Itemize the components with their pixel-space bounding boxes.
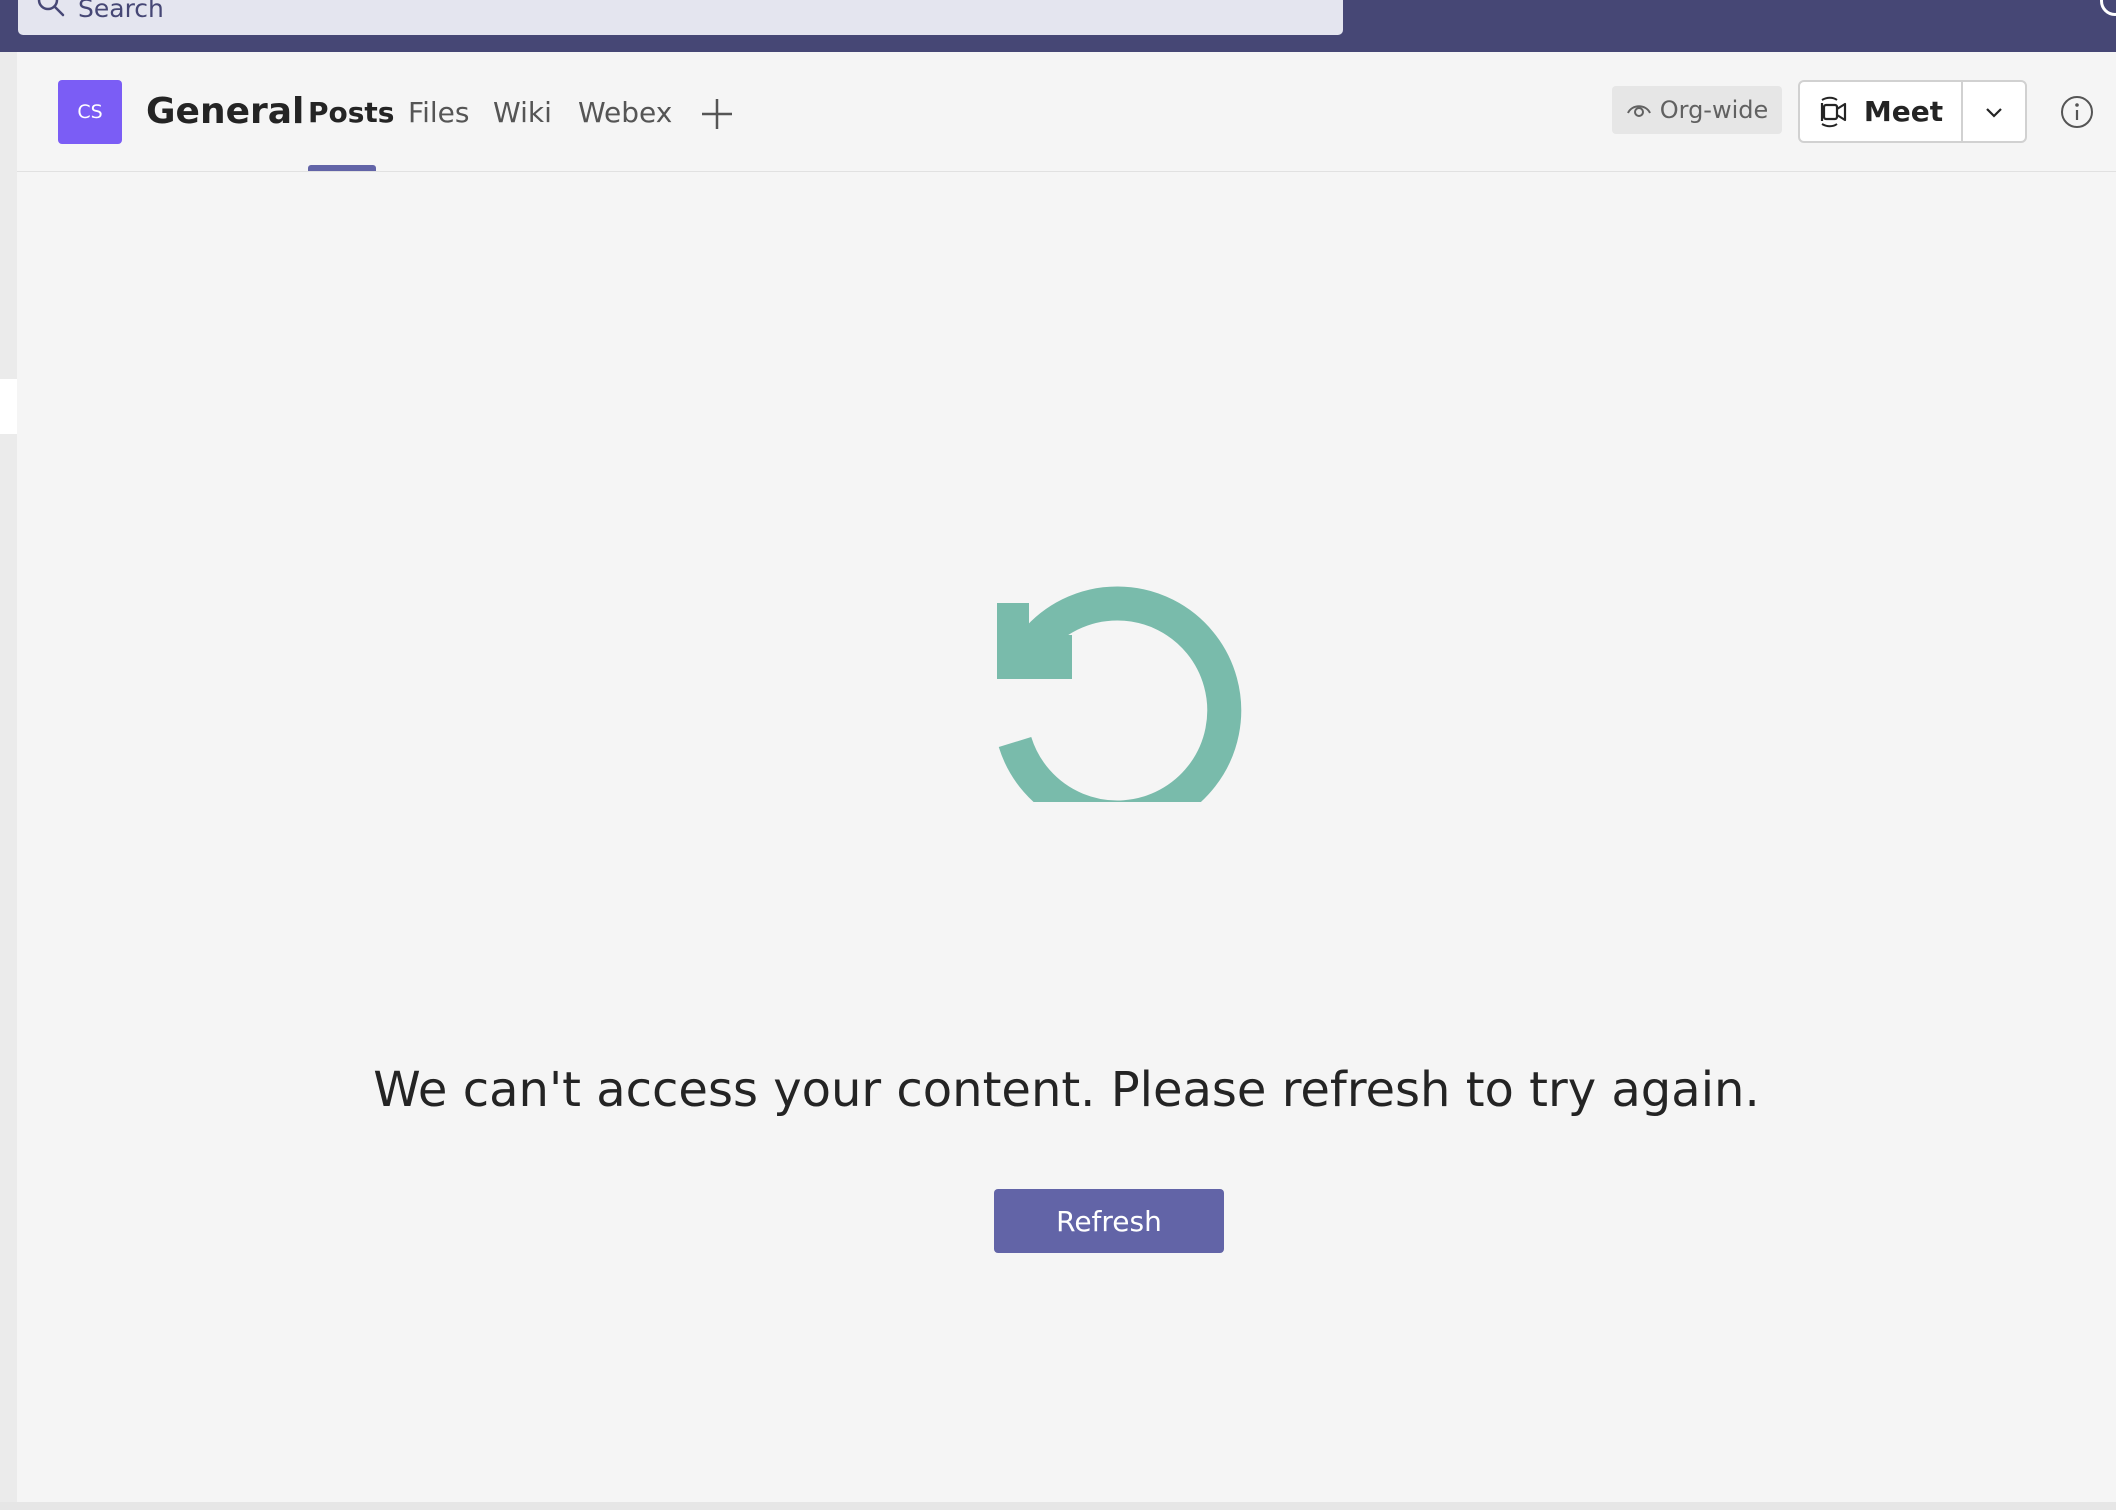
channel-content: CS General Posts Files Wiki Webex Org-wi… (17, 52, 2116, 1502)
channel-header: CS General Posts Files Wiki Webex Org-wi… (17, 52, 2116, 172)
bottom-border (0, 1502, 2116, 1510)
team-avatar[interactable]: CS (58, 80, 122, 144)
video-camera-icon (1820, 96, 1846, 127)
org-wide-label: Org-wide (1659, 96, 1769, 124)
tab-webex[interactable]: Webex (578, 96, 672, 130)
error-message: We can't access your content. Please ref… (373, 1062, 1760, 1118)
meet-label: Meet (1863, 95, 1944, 128)
tab-files[interactable]: Files (408, 96, 469, 130)
tab-posts[interactable]: Posts (308, 96, 394, 130)
org-wide-badge[interactable]: Org-wide (1612, 86, 1782, 134)
active-tab-indicator (308, 165, 376, 171)
refresh-icon (997, 586, 1242, 802)
app-top-bar: Search (0, 0, 2116, 52)
profile-avatar-edge[interactable] (2100, 0, 2116, 16)
info-icon[interactable] (2059, 94, 2095, 130)
search-placeholder: Search (78, 0, 164, 23)
left-rail-notch (0, 379, 17, 434)
chevron-down-icon (1986, 107, 2002, 118)
search-input[interactable]: Search (18, 0, 1343, 35)
add-icon[interactable] (697, 94, 737, 134)
tab-wiki[interactable]: Wiki (493, 96, 552, 130)
left-rail (0, 52, 17, 1510)
meet-button[interactable]: Meet (1800, 82, 1963, 141)
search-icon (37, 0, 65, 17)
meet-split-button: Meet (1798, 80, 2027, 143)
channel-title: General (146, 91, 305, 132)
meet-options-dropdown[interactable] (1963, 82, 2025, 141)
eye-icon (1626, 105, 1651, 117)
refresh-button[interactable]: Refresh (994, 1189, 1224, 1253)
